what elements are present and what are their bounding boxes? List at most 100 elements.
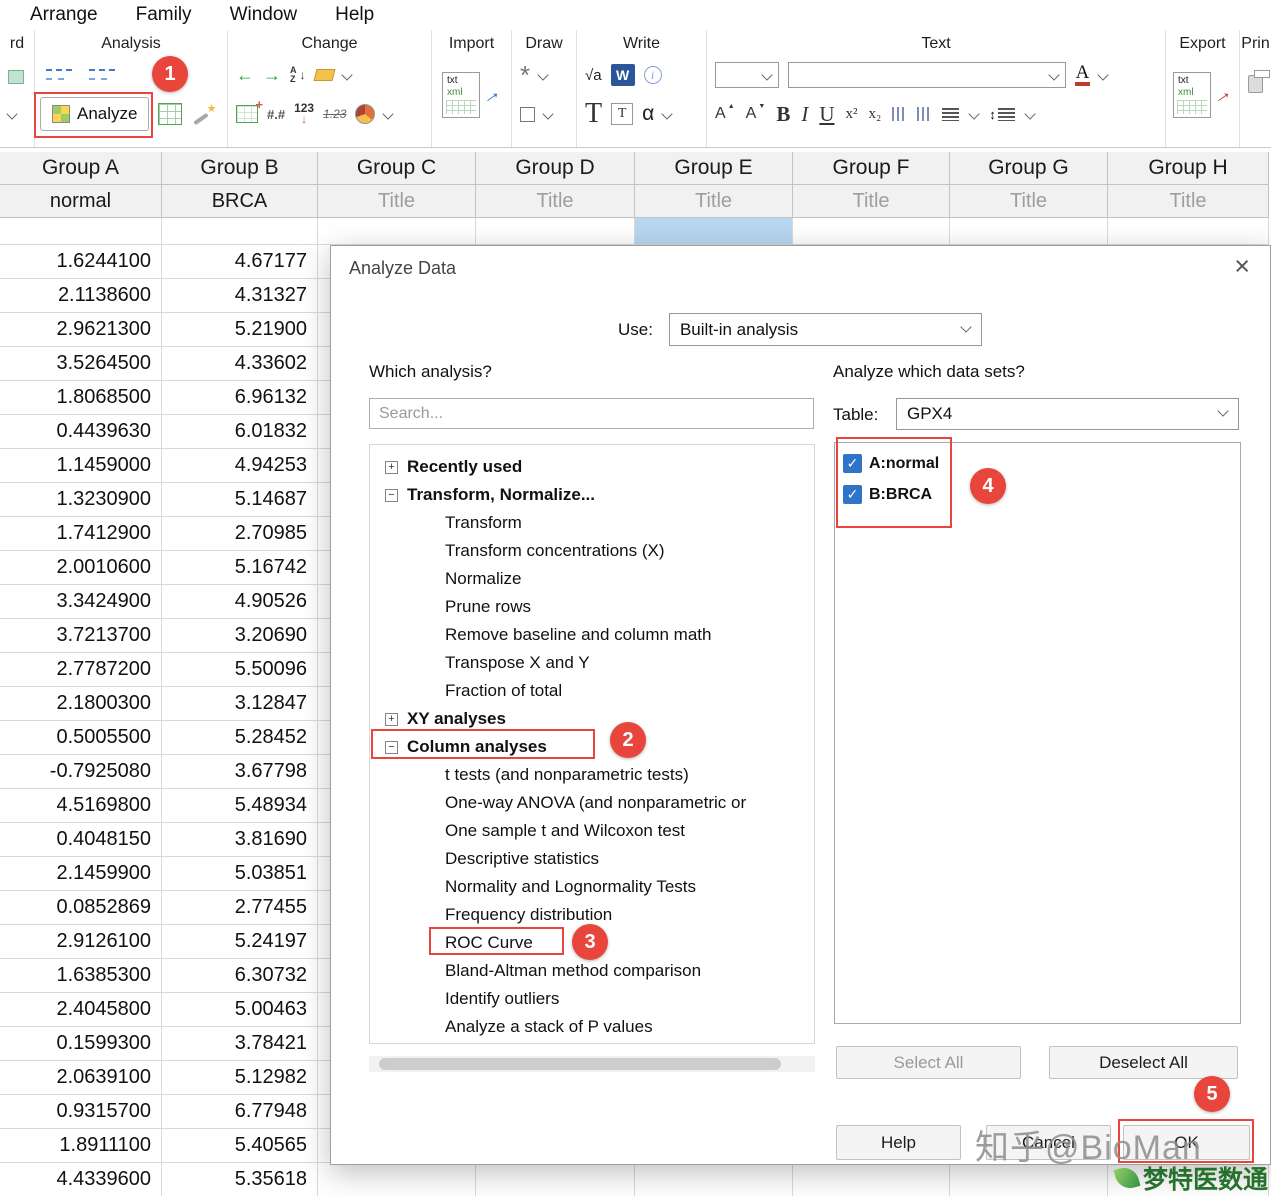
tree-item-normalize[interactable]: Normalize: [370, 565, 814, 593]
column-header-group-d[interactable]: Group D: [476, 152, 635, 185]
menu-arrange[interactable]: Arrange: [30, 4, 98, 26]
cell[interactable]: 5.48934: [162, 789, 318, 823]
cell[interactable]: [318, 218, 476, 245]
column-subtitle-group-c[interactable]: Title: [318, 185, 476, 218]
tree-group-transform-normalize[interactable]: − Transform, Normalize...: [370, 481, 814, 509]
cell[interactable]: 3.5264500: [0, 347, 162, 381]
paint-bucket-icon[interactable]: [313, 69, 335, 81]
font-style-dropdown[interactable]: [715, 62, 779, 88]
chevron-down-icon[interactable]: [340, 69, 353, 81]
cell[interactable]: 4.33602: [162, 347, 318, 381]
analyze-button[interactable]: Analyze: [40, 97, 150, 131]
cell[interactable]: 5.21900: [162, 313, 318, 347]
remove-decimals-icon[interactable]: 1.23: [323, 107, 346, 121]
tree-item-descriptive-statistics[interactable]: Descriptive statistics: [370, 845, 814, 873]
column-subtitle-group-h[interactable]: Title: [1108, 185, 1269, 218]
selected-cell[interactable]: [635, 218, 793, 245]
draw-star-icon[interactable]: *: [520, 62, 530, 88]
move-right-icon[interactable]: →: [263, 65, 281, 86]
column-header-group-b[interactable]: Group B: [162, 152, 318, 185]
text-tool-icon[interactable]: T: [585, 100, 602, 128]
expand-icon[interactable]: +: [385, 712, 398, 726]
tree-item-prune-rows[interactable]: Prune rows: [370, 593, 814, 621]
sort-az-icon[interactable]: AZ: [290, 66, 297, 84]
decrease-font-button[interactable]: A ▼: [746, 103, 766, 123]
cell[interactable]: 1.7412900: [0, 517, 162, 551]
analysis-shortcut-icon-1[interactable]: [43, 63, 77, 87]
cell[interactable]: [476, 1163, 635, 1196]
chevron-down-icon[interactable]: [661, 108, 673, 120]
printer-icon[interactable]: [1248, 69, 1270, 93]
tree-group-xy-analyses[interactable]: + XY analyses: [370, 705, 814, 733]
superscript-button[interactable]: x²: [846, 106, 858, 123]
cell[interactable]: [476, 218, 635, 245]
equation-icon[interactable]: √a: [585, 67, 602, 84]
cell[interactable]: -0.7925080: [0, 755, 162, 789]
help-button[interactable]: Help: [836, 1125, 961, 1160]
chevron-down-icon[interactable]: [537, 69, 549, 81]
number-format-icon[interactable]: 123 ↓: [294, 102, 314, 125]
menu-help[interactable]: Help: [335, 4, 374, 26]
cell[interactable]: 5.16742: [162, 551, 318, 585]
cell[interactable]: [0, 218, 162, 245]
cell[interactable]: 6.30732: [162, 959, 318, 993]
cell[interactable]: 5.40565: [162, 1129, 318, 1163]
analysis-shortcut-icon-2[interactable]: [86, 63, 120, 87]
cell[interactable]: 6.01832: [162, 415, 318, 449]
cell[interactable]: [793, 218, 950, 245]
kerning-icon-2[interactable]: [917, 107, 932, 121]
cell[interactable]: 2.1138600: [0, 279, 162, 313]
cell[interactable]: 1.8911100: [0, 1129, 162, 1163]
tree-item-bland-altman-method-comparison[interactable]: Bland-Altman method comparison: [370, 957, 814, 985]
kerning-icon-1[interactable]: [892, 107, 907, 121]
tree-item-transpose-x-and-y[interactable]: Transpose X and Y: [370, 649, 814, 677]
tree-item-fraction-of-total[interactable]: Fraction of total: [370, 677, 814, 705]
magic-wand-icon[interactable]: [191, 102, 217, 126]
draw-rectangle-icon[interactable]: [520, 106, 535, 122]
tree-item-analyze-a-stack-of-p-values[interactable]: Analyze a stack of P values: [370, 1013, 814, 1041]
checkbox-a-normal[interactable]: ✓: [843, 454, 862, 473]
cell[interactable]: [318, 1163, 476, 1196]
column-header-group-h[interactable]: Group H: [1108, 152, 1269, 185]
tree-item-normality-and-lognormality-tests[interactable]: Normality and Lognormality Tests: [370, 873, 814, 901]
cell[interactable]: 4.4339600: [0, 1163, 162, 1196]
new-table-icon[interactable]: [158, 103, 183, 125]
cell[interactable]: 5.03851: [162, 857, 318, 891]
tree-item-one-way-anova-and-nonparametric-or[interactable]: One-way ANOVA (and nonparametric or: [370, 789, 814, 817]
cell[interactable]: 0.9315700: [0, 1095, 162, 1129]
close-icon[interactable]: ×: [1228, 250, 1256, 282]
column-subtitle-group-b[interactable]: BRCA: [162, 185, 318, 218]
cell[interactable]: 2.4045800: [0, 993, 162, 1027]
font-family-dropdown[interactable]: [788, 62, 1066, 88]
tree-item-identify-outliers[interactable]: Identify outliers: [370, 985, 814, 1013]
cell[interactable]: 5.24197: [162, 925, 318, 959]
chevron-down-icon[interactable]: [382, 108, 395, 120]
horizontal-scrollbar[interactable]: [369, 1056, 815, 1072]
search-input[interactable]: [369, 398, 814, 429]
column-subtitle-group-a[interactable]: normal: [0, 185, 162, 218]
column-header-group-c[interactable]: Group C: [318, 152, 476, 185]
menu-family[interactable]: Family: [136, 4, 192, 26]
column-header-group-e[interactable]: Group E: [635, 152, 793, 185]
column-header-group-f[interactable]: Group F: [793, 152, 950, 185]
cell[interactable]: 3.67798: [162, 755, 318, 789]
cell[interactable]: 3.3424900: [0, 585, 162, 619]
subscript-button[interactable]: x₂: [869, 106, 882, 123]
column-subtitle-group-e[interactable]: Title: [635, 185, 793, 218]
tree-item-transform-concentrations-x[interactable]: Transform concentrations (X): [370, 537, 814, 565]
info-icon[interactable]: i: [643, 66, 662, 84]
cell[interactable]: 6.96132: [162, 381, 318, 415]
cell[interactable]: 3.78421: [162, 1027, 318, 1061]
chevron-down-icon[interactable]: [542, 108, 554, 120]
column-subtitle-group-g[interactable]: Title: [950, 185, 1108, 218]
cell[interactable]: 2.1800300: [0, 687, 162, 721]
tree-item-transform[interactable]: Transform: [370, 509, 814, 537]
cell[interactable]: [1108, 218, 1269, 245]
tree-group-column-analyses[interactable]: − Column analyses: [370, 733, 814, 761]
chevron-down-icon[interactable]: [1097, 69, 1109, 81]
cell[interactable]: 4.94253: [162, 449, 318, 483]
insert-table-icon[interactable]: [236, 97, 263, 123]
pie-chart-icon[interactable]: [355, 104, 376, 124]
cell[interactable]: 1.1459000: [0, 449, 162, 483]
cell[interactable]: 3.7213700: [0, 619, 162, 653]
